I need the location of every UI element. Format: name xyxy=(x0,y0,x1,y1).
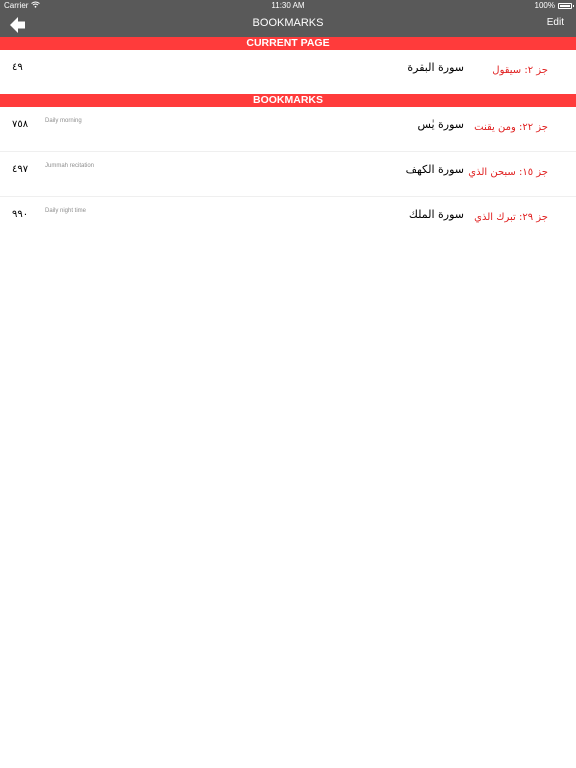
bookmark-note: Daily night time xyxy=(45,208,87,214)
bookmark-note: Daily morning xyxy=(45,118,82,124)
page-number: ٤٩٧ xyxy=(12,164,29,175)
current-page-header: CURRENT PAGE xyxy=(0,37,576,50)
bookmarks-header: BOOKMARKS xyxy=(0,94,576,107)
status-bar: Carrier 11:30 AM 100% xyxy=(0,0,576,12)
battery-percent: 100% xyxy=(534,1,555,10)
juz-label: جز ٢٢: ومن يقنت xyxy=(474,122,548,133)
surah-name: سورة البقرة xyxy=(407,61,464,74)
juz-label: جز ٢٩: تبرك الذي xyxy=(474,212,548,223)
bookmark-note: Jummah recitation xyxy=(45,163,95,169)
bookmark-row[interactable]: ٩٩٠ Daily night time سورة الملك جز ٢٩: ت… xyxy=(0,197,576,241)
bookmark-row[interactable]: ٤٩٧ Jummah recitation سورة الكهف جز ١٥: … xyxy=(0,152,576,196)
page-number: ٤٩ xyxy=(12,62,23,73)
battery-group: 100% xyxy=(534,1,574,10)
surah-name: سورة الكهف xyxy=(405,163,464,176)
navigation-bar: BOOKMARKS Edit xyxy=(0,12,576,37)
page-title: BOOKMARKS xyxy=(252,17,324,29)
bookmark-row[interactable]: ٧٥٨ Daily morning سورة يٰس جز ٢٢: ومن يق… xyxy=(0,107,576,151)
edit-button[interactable]: Edit xyxy=(547,17,564,28)
page-number: ٩٩٠ xyxy=(12,209,29,220)
current-page-row[interactable]: ٤٩ سورة البقرة جز ٢: سيقول xyxy=(0,50,576,94)
battery-icon xyxy=(558,2,574,9)
juz-label: جز ٢: سيقول xyxy=(492,65,548,76)
surah-name: سورة يٰس xyxy=(417,118,464,131)
surah-name: سورة الملك xyxy=(408,208,464,221)
status-time: 11:30 AM xyxy=(271,1,305,10)
page-number: ٧٥٨ xyxy=(12,119,29,130)
juz-label: جز ١٥: سبحن الذي xyxy=(468,167,548,178)
